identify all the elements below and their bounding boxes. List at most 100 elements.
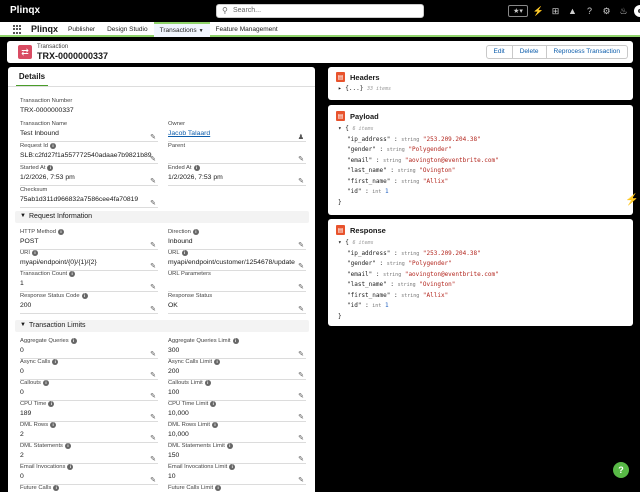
pencil-icon[interactable]: ✎: [298, 455, 304, 463]
collapse-chevron-icon[interactable]: ▾: [338, 239, 342, 246]
brand-logo[interactable]: Plinqx: [10, 5, 40, 16]
json-row: "id" : int 1: [347, 188, 389, 195]
help-icon[interactable]: ?: [583, 5, 596, 18]
pencil-icon[interactable]: ✎: [298, 283, 304, 291]
field-label: HTTP Method: [20, 229, 56, 235]
info-icon[interactable]: i: [214, 359, 221, 365]
info-icon[interactable]: i: [70, 338, 77, 344]
pencil-icon[interactable]: ✎: [298, 392, 304, 400]
field-transaction-count: Transaction Count i 1 ✎: [20, 271, 158, 292]
collapse-chevron-icon[interactable]: ▾: [338, 125, 342, 132]
pencil-icon[interactable]: ✎: [150, 455, 156, 463]
pencil-icon[interactable]: ✎: [150, 133, 156, 141]
info-icon[interactable]: i: [204, 380, 211, 386]
nav-tabs: Publisher Design Studio Transactions ▼ Fe…: [62, 22, 284, 37]
section-request-information[interactable]: ▼ Request Information: [15, 211, 309, 223]
tab-details[interactable]: Details: [16, 72, 48, 87]
pencil-icon[interactable]: ✎: [298, 241, 304, 249]
global-search-input[interactable]: ⚲ Search...: [216, 4, 424, 18]
field-divider: [20, 291, 158, 292]
info-icon[interactable]: i: [50, 143, 57, 149]
pencil-icon[interactable]: ✎: [150, 392, 156, 400]
field-label: Transaction Name: [20, 121, 68, 127]
info-icon[interactable]: i: [53, 485, 60, 491]
tab-design-studio[interactable]: Design Studio: [101, 22, 153, 37]
pencil-icon[interactable]: ✎: [150, 350, 156, 358]
owner-link[interactable]: Jacob Talaard: [168, 130, 306, 139]
info-icon[interactable]: i: [226, 443, 233, 449]
info-icon[interactable]: i: [211, 422, 218, 428]
pencil-icon[interactable]: ✎: [150, 476, 156, 484]
field-value: 0: [20, 368, 24, 375]
expand-chevron-icon[interactable]: ▸: [338, 85, 342, 92]
edit-button[interactable]: Edit: [485, 45, 513, 59]
favorites-star-icon[interactable]: ★▾: [508, 5, 528, 17]
pencil-icon[interactable]: ✎: [150, 262, 156, 270]
info-icon[interactable]: i: [232, 338, 239, 344]
pencil-icon[interactable]: ✎: [150, 413, 156, 421]
pencil-icon[interactable]: ✎: [298, 155, 304, 163]
pencil-icon[interactable]: ✎: [298, 476, 304, 484]
info-icon[interactable]: i: [67, 464, 74, 470]
pencil-icon[interactable]: ✎: [150, 199, 156, 207]
info-icon[interactable]: i: [81, 293, 88, 299]
pencil-icon[interactable]: ✎: [150, 371, 156, 379]
pencil-icon[interactable]: ✎: [298, 305, 304, 313]
field-label: URI: [20, 250, 30, 256]
field-divider: [168, 141, 306, 142]
pencil-icon[interactable]: ✎: [298, 371, 304, 379]
gear-icon[interactable]: ⚙: [600, 5, 613, 18]
pencil-icon[interactable]: ✎: [298, 262, 304, 270]
info-icon[interactable]: i: [31, 250, 38, 256]
section-transaction-limits[interactable]: ▼ Transaction Limits: [15, 320, 309, 332]
info-icon[interactable]: i: [52, 359, 59, 365]
info-icon[interactable]: i: [57, 229, 64, 235]
info-icon[interactable]: i: [64, 443, 71, 449]
field-response-status: Response Status OK ✎: [168, 293, 306, 314]
pencil-icon[interactable]: ✎: [150, 177, 156, 185]
delete-button[interactable]: Delete: [512, 45, 547, 59]
trailhead-icon[interactable]: ▲: [566, 5, 579, 18]
pencil-icon[interactable]: ✎: [150, 155, 156, 163]
tab-publisher[interactable]: Publisher: [62, 22, 101, 37]
info-icon[interactable]: i: [210, 401, 217, 407]
collapsed-object[interactable]: {...}: [345, 85, 363, 92]
pencil-icon[interactable]: ✎: [150, 305, 156, 313]
pencil-icon[interactable]: ✎: [298, 413, 304, 421]
pencil-icon[interactable]: ✎: [298, 177, 304, 185]
avatar[interactable]: ☻: [634, 5, 640, 17]
info-icon[interactable]: i: [42, 380, 49, 386]
pencil-icon[interactable]: ✎: [150, 241, 156, 249]
info-icon[interactable]: i: [69, 271, 76, 277]
field-future-calls-limit: Future Calls Limit i: [168, 485, 306, 491]
pencil-icon[interactable]: ✎: [298, 434, 304, 442]
info-icon[interactable]: i: [193, 165, 200, 171]
field-value: POST: [20, 238, 39, 245]
lightning-icon[interactable]: ⚡: [532, 5, 545, 18]
info-icon[interactable]: i: [181, 250, 188, 256]
tab-feature-management[interactable]: Feature Management: [210, 22, 284, 37]
pencil-icon[interactable]: ✎: [150, 283, 156, 291]
info-icon[interactable]: i: [229, 464, 236, 470]
chevron-down-icon: ▼: [20, 322, 26, 328]
add-icon[interactable]: ⊞: [549, 5, 562, 18]
json-icon: ▤: [336, 72, 345, 82]
field-value: 0: [20, 389, 24, 396]
chevron-down-icon[interactable]: ▼: [199, 28, 204, 34]
reprocess-transaction-button[interactable]: Reprocess Transaction: [546, 45, 628, 59]
info-icon[interactable]: i: [47, 165, 54, 171]
help-button[interactable]: ?: [613, 462, 629, 478]
pencil-icon[interactable]: ✎: [298, 350, 304, 358]
info-icon[interactable]: i: [192, 229, 199, 235]
pencil-icon[interactable]: ✎: [150, 434, 156, 442]
info-icon[interactable]: i: [48, 401, 55, 407]
bell-icon[interactable]: ♨: [617, 5, 630, 18]
change-owner-icon[interactable]: ♟: [298, 133, 304, 141]
global-header: Plinqx ⚲ Search... ★▾ ⚡ ⊞ ▲ ? ⚙ ♨ ☻: [0, 0, 640, 22]
lightning-icon[interactable]: ⚡: [625, 193, 639, 206]
info-icon[interactable]: i: [215, 485, 222, 491]
info-icon[interactable]: i: [50, 422, 57, 428]
field-email-invocations-limit: Email Invocations Limit i 10 ✎: [168, 464, 306, 485]
tab-transactions[interactable]: Transactions ▼: [153, 22, 210, 37]
app-launcher-icon[interactable]: [13, 25, 22, 34]
